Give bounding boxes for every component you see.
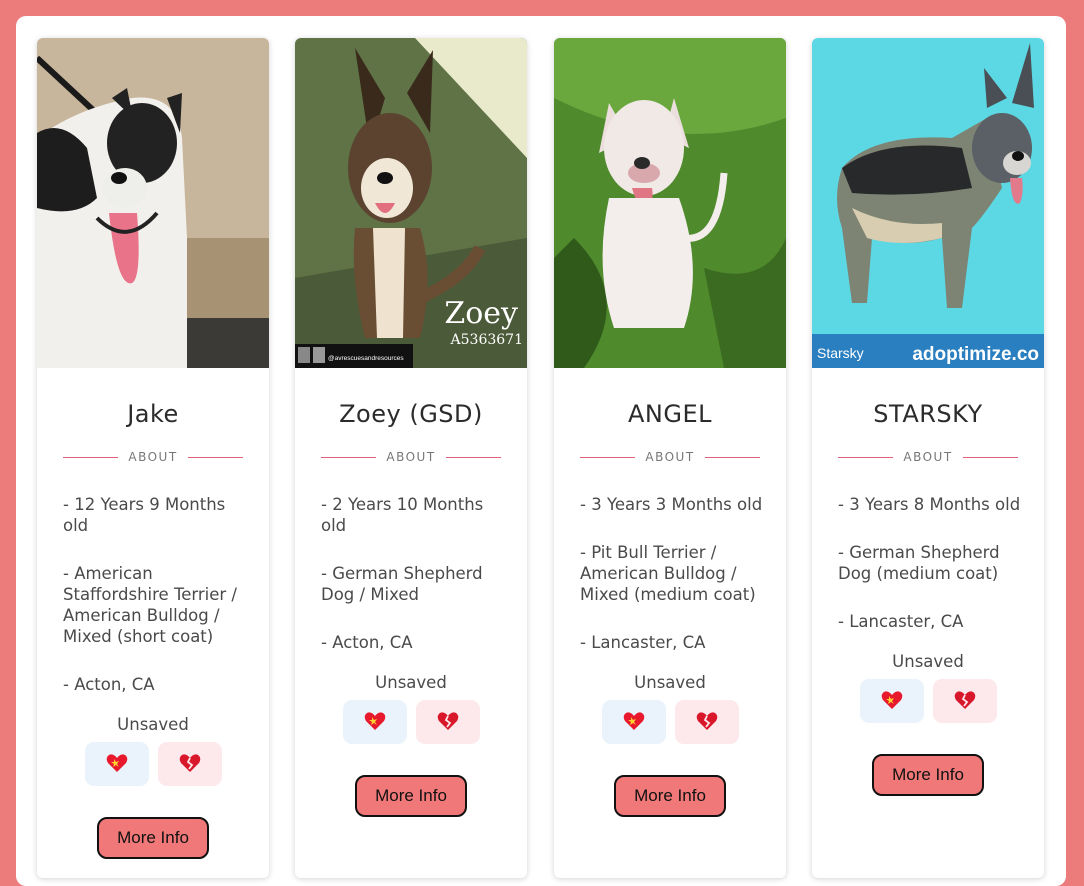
dog-name: Jake [127,400,179,428]
breed-fact: - German Shepherd Dog (medium coat) [838,543,1000,583]
unsave-button[interactable] [157,742,222,786]
dog-card-jake: Jake ABOUT - 12 Years 9 Months old - Ame… [37,38,269,878]
breed-fact: - Pit Bull Terrier / American Bulldog / … [580,543,756,604]
location-fact: - Acton, CA [63,675,155,694]
age-fact: - 12 Years 9 Months old [63,495,226,535]
dog-photo [37,38,269,368]
save-button[interactable] [342,700,407,744]
about-divider: ABOUT [63,450,244,464]
more-info-button[interactable]: More Info [872,754,984,796]
sparkling-heart-icon [881,690,903,713]
age-fact: - 3 Years 3 Months old [580,495,763,514]
broken-heart-icon [696,711,718,734]
dog-photo: Zoey A5363671 @avrescuesandresources [295,38,527,368]
photo-caption-handle: @avrescuesandresources [328,355,404,362]
dog-photo: Starsky adoptimize.co [812,38,1044,368]
about-label: ABOUT [386,450,436,464]
about-label: ABOUT [903,450,953,464]
location-fact: - Lancaster, CA [580,633,706,652]
dog-card-angel: ANGEL ABOUT - 3 Years 3 Months old - Pit… [554,38,786,878]
photo-caption-name: Zoey [444,296,518,331]
save-button[interactable] [859,679,924,723]
saved-status: Unsaved [892,652,964,671]
breed-fact: - German Shepherd Dog / Mixed [321,564,483,604]
more-info-button[interactable]: More Info [614,775,726,817]
unsave-button[interactable] [415,700,480,744]
dog-facts: - 2 Years 10 Months old - German Shepher… [321,494,511,817]
sparkling-heart-icon [106,753,128,776]
unsave-button[interactable] [674,700,739,744]
dog-photo [554,38,786,368]
about-divider: ABOUT [580,450,761,464]
dog-facts: - 3 Years 3 Months old - Pit Bull Terrie… [580,494,770,817]
dog-card-starsky: Starsky adoptimize.co STARSKY ABOUT - 3 … [812,38,1044,878]
about-divider: ABOUT [838,450,1019,464]
broken-heart-icon [437,711,459,734]
photo-caption-id: A5363671 [450,332,523,348]
dog-facts: - 3 Years 8 Months old - German Shepherd… [838,494,1028,796]
age-fact: - 2 Years 10 Months old [321,495,484,535]
save-button[interactable] [601,700,666,744]
saved-status: Unsaved [117,715,189,734]
dog-facts: - 12 Years 9 Months old - American Staff… [63,494,253,859]
location-fact: - Acton, CA [321,633,413,652]
breed-fact: - American Staffordshire Terrier / Ameri… [63,564,237,646]
dog-card-zoey: Zoey A5363671 @avrescuesandresources Zoe… [295,38,527,878]
saved-status: Unsaved [634,673,706,692]
more-info-button[interactable]: More Info [355,775,467,817]
photo-caption-name: Starsky [817,345,864,361]
dog-name: STARSKY [873,400,983,428]
about-divider: ABOUT [321,450,502,464]
sparkling-heart-icon [623,711,645,734]
location-fact: - Lancaster, CA [838,612,964,631]
broken-heart-icon [179,753,201,776]
about-label: ABOUT [128,450,178,464]
dog-name: Zoey (GSD) [339,400,483,428]
more-info-button[interactable]: More Info [97,817,209,859]
photo-caption-brand: adoptimize.co [912,344,1039,365]
unsave-button[interactable] [932,679,997,723]
broken-heart-icon [954,690,976,713]
age-fact: - 3 Years 8 Months old [838,495,1021,514]
dog-name: ANGEL [627,400,712,428]
sparkling-heart-icon [364,711,386,734]
saved-status: Unsaved [375,673,447,692]
about-label: ABOUT [645,450,695,464]
save-button[interactable] [84,742,149,786]
